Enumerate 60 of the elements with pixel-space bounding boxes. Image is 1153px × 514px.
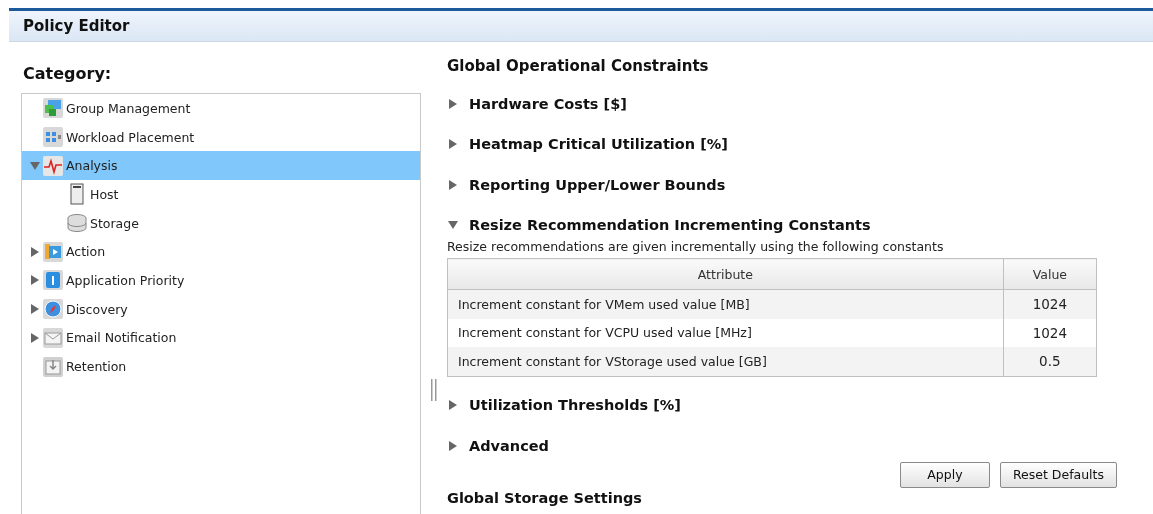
section-heading: Global Operational Constraints [447, 57, 710, 75]
column-header[interactable]: Value [1003, 258, 1097, 290]
window-title: Policy Editor [23, 17, 130, 35]
expand-arrow-icon[interactable] [448, 179, 458, 190]
tree-item-label[interactable]: Host [90, 186, 119, 202]
grid-icon [42, 126, 64, 149]
tree-item-label[interactable]: Retention [66, 359, 127, 375]
accordion-header[interactable]: Heatmap Critical Utilization [%] [469, 136, 728, 152]
tree-item-label[interactable]: Discovery [66, 301, 128, 317]
reset-button[interactable]: Reset Defaults [999, 461, 1117, 488]
tree-item-label[interactable]: Analysis [66, 158, 118, 174]
tree-item[interactable]: Retention [22, 352, 420, 381]
info-icon [42, 269, 64, 292]
expand-arrow-icon[interactable] [448, 139, 458, 149]
tree-item-label[interactable]: Application Priority [66, 272, 185, 288]
expand-arrow-icon[interactable] [448, 98, 458, 109]
play-icon [42, 240, 64, 263]
download-tray-icon [42, 355, 64, 378]
table-cell: 1024 [1003, 289, 1097, 319]
section-description: Resize recommendations are given incrementally using the following constants [447, 239, 945, 254]
splitter-handle[interactable] [431, 379, 437, 401]
tree-item-label[interactable]: Group Management [66, 100, 191, 116]
tree-item[interactable]: Storage [22, 208, 420, 238]
table-cell: 0.5 [1003, 347, 1097, 376]
accordion-header[interactable]: Utilization Thresholds [%] [469, 397, 681, 413]
tree-item[interactable]: Discovery [22, 294, 420, 324]
envelope-icon [42, 326, 64, 349]
tree-item[interactable]: Analysis [22, 151, 420, 181]
apply-button[interactable]: Apply [899, 461, 990, 488]
tree-item[interactable]: Group Management [22, 94, 420, 123]
windows-icon [42, 97, 64, 120]
tree-item[interactable]: Application Priority [22, 266, 420, 295]
accordion-header[interactable]: Reporting Upper/Lower Bounds [469, 176, 726, 193]
table-cell: Increment constant for VMem used value [MB] [447, 289, 1004, 319]
expand-arrow-icon[interactable] [30, 246, 40, 257]
expand-arrow-icon[interactable] [30, 332, 40, 343]
tree-item[interactable]: Host [22, 180, 420, 209]
collapse-arrow-icon[interactable] [30, 160, 40, 171]
accordion-header[interactable]: Advanced [469, 437, 549, 454]
tree-item[interactable]: Workload Placement [22, 122, 420, 152]
database-icon [66, 212, 88, 235]
tree-item[interactable]: Email Notification [22, 323, 420, 353]
collapse-arrow-icon[interactable] [448, 220, 458, 230]
expand-arrow-icon[interactable] [30, 275, 40, 286]
accordion-header[interactable]: Resize Recommendation Incrementing Constants [469, 217, 871, 233]
compass-icon [42, 298, 64, 321]
expand-arrow-icon[interactable] [30, 304, 40, 315]
tree-item[interactable]: Action [22, 237, 420, 267]
table-cell: Increment constant for VStorage used value [GB] [447, 347, 1004, 376]
expand-arrow-icon[interactable] [448, 400, 458, 410]
column-header[interactable]: Attribute [447, 258, 1004, 290]
tree-item-label[interactable]: Storage [90, 215, 139, 231]
pulse-chart-icon [42, 154, 64, 177]
accordion-header[interactable]: Hardware Costs [$] [469, 95, 627, 112]
expand-arrow-icon[interactable] [448, 440, 458, 451]
tree-item-label[interactable]: Workload Placement [66, 129, 195, 145]
section-heading: Global Storage Settings [447, 489, 643, 506]
tree-item-label[interactable]: Action [66, 244, 106, 260]
category-heading: Category: [23, 64, 113, 83]
tree-item-label[interactable]: Email Notification [66, 330, 177, 346]
